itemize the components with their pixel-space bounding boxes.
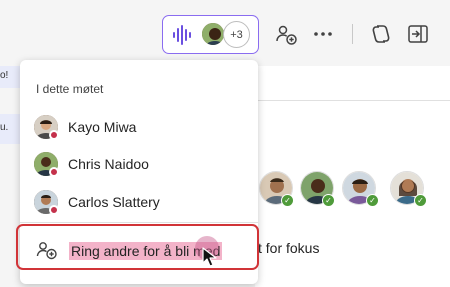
participants-pill[interactable]: +3	[162, 15, 259, 54]
dropdown-divider	[20, 222, 258, 223]
participant-name: Chris Naidoo	[68, 156, 149, 172]
participant-item[interactable]: Carlos Slattery	[34, 188, 244, 218]
add-people-icon	[36, 242, 57, 260]
busy-status-icon	[49, 130, 59, 140]
stage-text: t for fokus	[258, 240, 320, 256]
participant-overflow-count[interactable]: +3	[223, 21, 250, 48]
busy-status-icon	[49, 205, 59, 215]
mouse-cursor-icon	[202, 247, 217, 267]
busy-status-icon	[49, 167, 59, 177]
chat-fragment: o!	[0, 66, 22, 88]
waveform-icon	[173, 25, 191, 45]
share-panel-icon[interactable]	[406, 22, 430, 46]
check-icon: ✓	[414, 194, 427, 207]
copilot-icon[interactable]	[369, 22, 393, 46]
participant-item[interactable]: Kayo Miwa	[34, 113, 244, 143]
chat-fragment: u.	[0, 114, 22, 144]
check-icon: ✓	[322, 194, 335, 207]
add-people-icon[interactable]	[274, 22, 298, 46]
check-icon: ✓	[366, 194, 379, 207]
participant-name: Kayo Miwa	[68, 119, 137, 135]
toolbar-divider	[352, 24, 353, 44]
chat-sliver: o! u.	[0, 66, 22, 146]
participant-item[interactable]: Chris Naidoo	[34, 150, 244, 180]
meeting-toolbar: +3	[0, 0, 450, 67]
more-options-icon[interactable]	[311, 22, 335, 46]
check-icon: ✓	[281, 194, 294, 207]
participant-name: Carlos Slattery	[68, 194, 160, 210]
divider	[255, 100, 450, 101]
dropdown-title: I dette møtet	[36, 82, 104, 96]
